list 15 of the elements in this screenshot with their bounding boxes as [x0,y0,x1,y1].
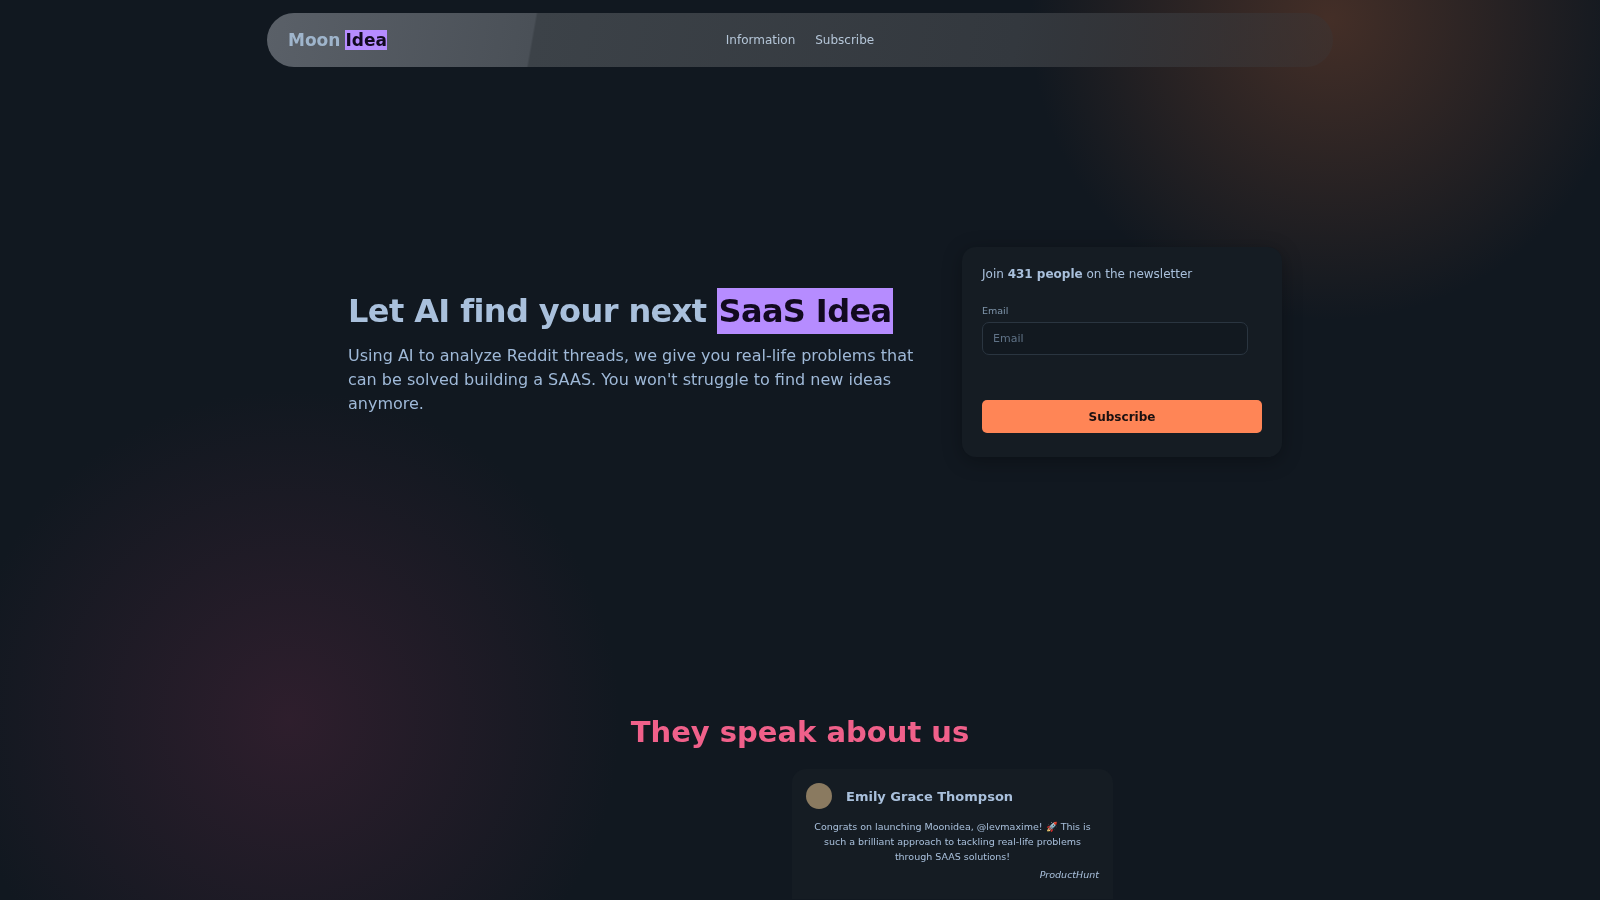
testimonial-source: ProductHunt [1038,869,1099,880]
avatar [806,783,832,809]
testimonial-text: Congrats on launching Moonidea, @levmaxime! 🚀 This is such a brilliant approach to tackling real-life problems through SAAS solutions! [813,820,1092,864]
hero-subtitle: Using AI to analyze Reddit threads, we give you real-life problems that can be solved building a SAAS. You won't struggle to find new ideas anymore. [348,345,915,415]
hero-title-highlight: SaaS Idea [717,288,893,334]
email-label: Email [982,305,1010,316]
nav-link[interactable]: Subscribe [815,33,875,47]
nav-link[interactable]: Information [725,33,796,47]
hero-title: Let AI find your next [348,292,707,330]
logo[interactable]: Moon Idea [288,30,387,50]
author-name: Emily Grace Thompson [846,788,1014,804]
email-field[interactable]: Email [982,322,1248,355]
newsletter-intro: Join 431 people on the newsletter [982,267,1194,281]
subscribe-button[interactable]: Subscribe [982,400,1262,433]
section-title: They speak about us [630,715,970,749]
